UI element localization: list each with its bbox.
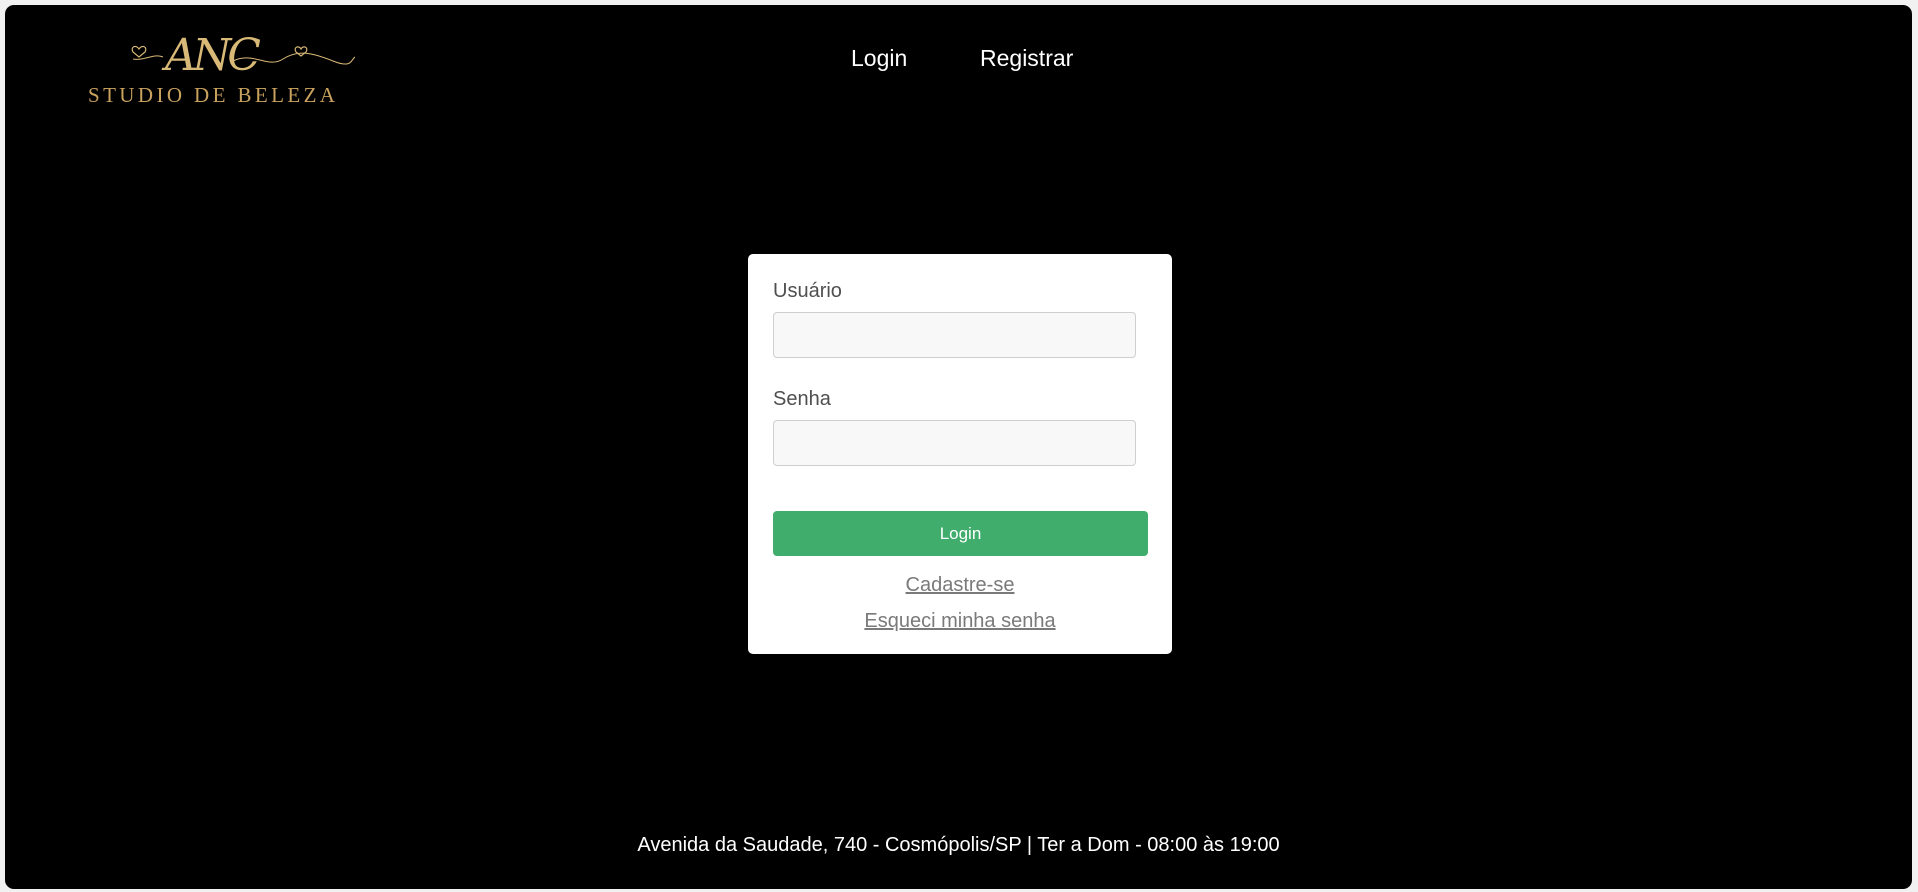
footer-address: Avenida da Saudade, 740 - Cosmópolis/SP … xyxy=(637,834,1280,856)
forgot-password-link[interactable]: Esqueci minha senha xyxy=(748,610,1172,633)
register-link[interactable]: Cadastre-se xyxy=(748,574,1172,597)
username-input[interactable] xyxy=(773,312,1136,358)
nav-register-link[interactable]: Registrar xyxy=(980,45,1073,72)
page-frame: ANC STUDIO DE BELEZA Login Registrar Usu… xyxy=(5,5,1912,889)
password-label: Senha xyxy=(773,388,831,410)
login-card: Usuário Senha Login Cadastre-se Esqueci … xyxy=(748,254,1172,654)
logo-subtitle: STUDIO DE BELEZA xyxy=(88,83,339,107)
login-button[interactable]: Login xyxy=(773,511,1148,556)
password-input[interactable] xyxy=(773,420,1136,466)
username-label: Usuário xyxy=(773,280,842,302)
nav-login-link[interactable]: Login xyxy=(851,45,907,72)
brand-logo[interactable]: ANC STUDIO DE BELEZA xyxy=(83,31,359,109)
logo-monogram: ANC xyxy=(165,30,261,81)
